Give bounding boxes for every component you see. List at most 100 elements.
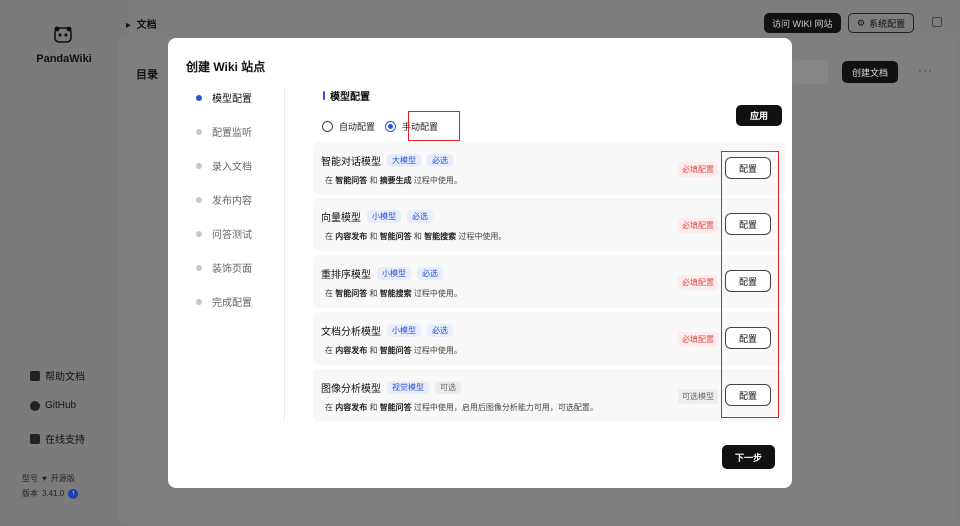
description-text: 智能问答 (335, 176, 368, 185)
version-value: 3.41.0 (42, 489, 65, 498)
step-dot (196, 162, 202, 169)
description-text: 和 (367, 289, 380, 298)
model-description: 在 内容发布 和 智能问答 过程中使用。 (325, 345, 462, 356)
sidebar-link-help[interactable]: 帮助文档 (30, 368, 85, 383)
github-icon (30, 400, 40, 411)
breadcrumb-label: 文档 (136, 20, 157, 31)
model-name-row: 重排序模型 小模型 必选 (321, 266, 443, 281)
brand-name: PandaWiki (36, 53, 92, 65)
step-dot (196, 298, 202, 305)
step-qa-test[interactable]: 问答测试 (196, 226, 252, 241)
highlight-box-manual (408, 111, 460, 141)
model-required-tag: 可选 (435, 381, 461, 394)
gear-icon: ⚙ (857, 17, 866, 28)
model-description: 在 内容发布 和 智能问答 和 智能搜索 过程中使用。 (325, 231, 506, 242)
sidebar-link-github[interactable]: GitHub (30, 400, 76, 411)
step-dot (196, 196, 202, 203)
model-name: 图像分析模型 (321, 384, 381, 395)
description-text: 智能搜索 (379, 289, 412, 298)
divider (284, 88, 285, 422)
model-name-row: 智能对话模型 大模型 必选 (321, 153, 453, 168)
model-description: 在 智能问答 和 摘要生成 过程中使用。 (325, 175, 462, 186)
description-text: 智能搜索 (424, 232, 457, 241)
description-text: 智能问答 (335, 289, 368, 298)
sidebar-link-support[interactable]: 在线支持 (30, 431, 85, 446)
next-step-button[interactable]: 下一步 (722, 445, 775, 469)
model-size-tag: 视觉模型 (387, 381, 429, 394)
model-status-badge: 必填配置 (678, 218, 718, 233)
step-import-docs[interactable]: 录入文档 (196, 158, 252, 173)
apply-button[interactable]: 应用 (736, 105, 782, 126)
description-text: 在 (325, 346, 336, 355)
section-title: 模型配置 (323, 88, 370, 103)
model-name-row: 文档分析模型 小模型 必选 (321, 323, 453, 338)
edition-label: 型号 (22, 474, 38, 483)
section-title-label: 模型配置 (330, 92, 370, 103)
model-name: 向量模型 (321, 213, 361, 224)
step-dot (196, 230, 202, 237)
step-label: 发布内容 (212, 196, 252, 207)
logout-icon[interactable] (932, 17, 942, 27)
step-label: 完成配置 (212, 298, 252, 309)
model-name-row: 向量模型 小模型 必选 (321, 209, 433, 224)
more-icon[interactable]: ··· (918, 63, 933, 77)
model-card: 文档分析模型 小模型 必选在 内容发布 和 智能问答 过程中使用。 必填配置 配置 (313, 312, 785, 365)
description-text: 在 (325, 289, 336, 298)
step-listen-config[interactable]: 配置监听 (196, 124, 252, 139)
description-text: 内容发布 (335, 232, 368, 241)
model-card: 重排序模型 小模型 必选在 智能问答 和 智能搜索 过程中使用。 必填配置 配置 (313, 255, 785, 308)
step-label: 问答测试 (212, 230, 252, 241)
step-decorate[interactable]: 装饰页面 (196, 260, 252, 275)
support-icon (30, 433, 40, 444)
model-card: 向量模型 小模型 必选在 内容发布 和 智能问答 和 智能搜索 过程中使用。 必填配置… (313, 198, 785, 251)
model-status-badge: 可选模型 (678, 389, 718, 404)
description-text: 过程中使用。 (411, 346, 462, 355)
description-text: 智能问答 (379, 346, 412, 355)
step-label: 装饰页面 (212, 264, 252, 275)
model-size-tag: 小模型 (377, 267, 411, 280)
description-text: 过程中使用。 (411, 176, 462, 185)
book-icon (30, 370, 40, 381)
model-size-tag: 小模型 (367, 210, 401, 223)
update-icon[interactable]: ↑ (68, 488, 79, 499)
sidebar-link-label: 帮助文档 (45, 372, 85, 383)
search-box[interactable] (792, 60, 828, 84)
step-dot (196, 128, 202, 135)
radio-circle (322, 121, 333, 132)
panda-logo-icon (54, 26, 72, 43)
section-marker (323, 91, 325, 100)
toc-title: 目录 (136, 69, 158, 81)
visit-wiki-button[interactable]: 访问 WIKI 网站 (764, 13, 841, 33)
description-text: 智能问答 (379, 232, 412, 241)
description-text: 和 (367, 232, 380, 241)
model-card: 智能对话模型 大模型 必选在 智能问答 和 摘要生成 过程中使用。 必填配置 配置 (313, 142, 785, 195)
step-label: 录入文档 (212, 162, 252, 173)
step-finish[interactable]: 完成配置 (196, 294, 252, 309)
description-text: 和 (367, 176, 380, 185)
create-doc-button[interactable]: 创建文档 (842, 61, 899, 83)
edition-value: 开源版 (50, 474, 75, 483)
model-size-tag: 小模型 (387, 324, 421, 337)
model-card: 图像分析模型 视觉模型 可选在 内容发布 和 智能问答 过程中使用，启用后图像分析能… (313, 369, 785, 422)
model-name: 文档分析模型 (321, 327, 381, 338)
description-text: 在 (325, 176, 336, 185)
model-required-tag: 必选 (417, 267, 443, 280)
model-status-badge: 必填配置 (678, 275, 718, 290)
model-name: 智能对话模型 (321, 157, 381, 168)
edition-row: 型号 ♥ 开源版 (22, 473, 75, 484)
breadcrumb[interactable]: ▸ 文档 (126, 16, 157, 31)
model-required-tag: 必选 (427, 154, 453, 167)
radio-auto-config[interactable]: 自动配置 (322, 120, 375, 133)
highlight-box-config-buttons (721, 151, 779, 418)
description-text: 和 (367, 403, 380, 412)
step-label: 模型配置 (212, 94, 252, 105)
description-text: 内容发布 (335, 403, 368, 412)
description-text: 过程中使用，启用后图像分析能力可用，可选配置。 (411, 403, 598, 412)
step-publish[interactable]: 发布内容 (196, 192, 252, 207)
model-name-row: 图像分析模型 视觉模型 可选 (321, 380, 461, 395)
radio-circle (385, 121, 397, 132)
description-text: 内容发布 (335, 346, 368, 355)
model-status-badge: 必填配置 (678, 332, 718, 347)
step-model-config[interactable]: 模型配置 (196, 90, 252, 105)
system-config-button[interactable]: ⚙ 系统配置 (848, 13, 915, 33)
